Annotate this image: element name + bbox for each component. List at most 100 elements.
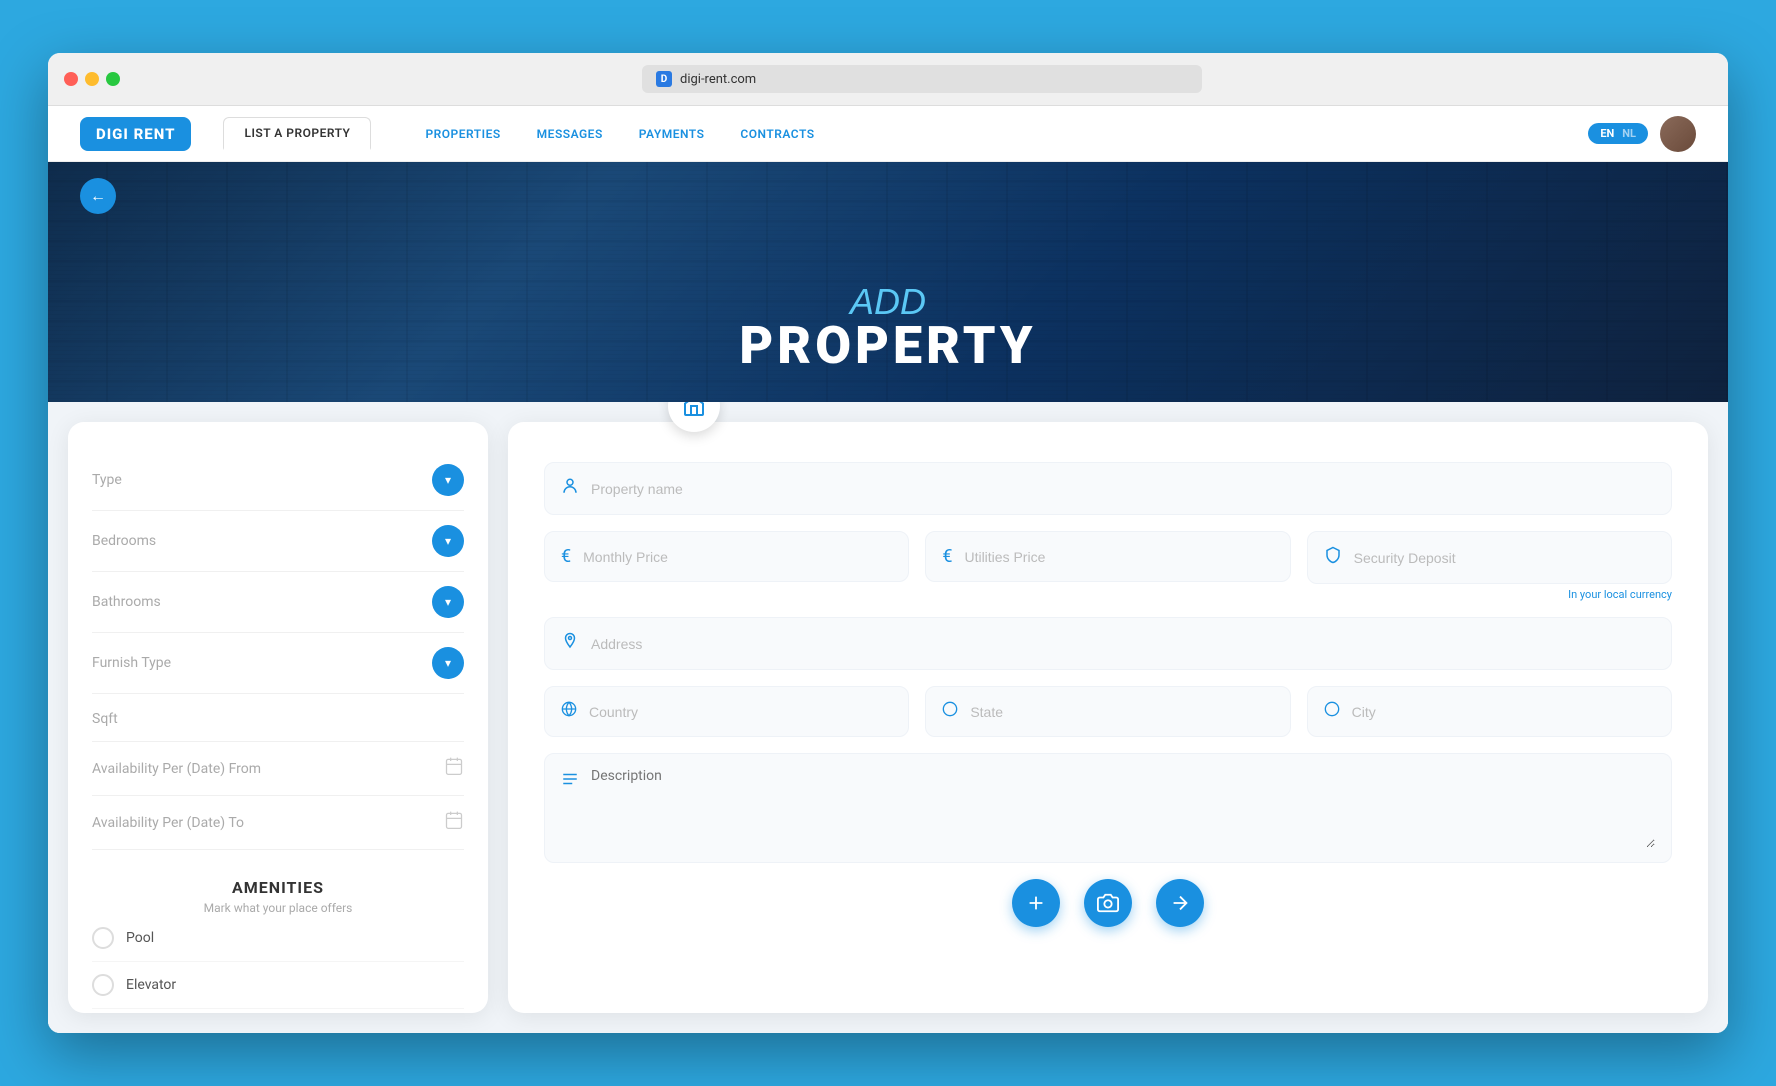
lang-en[interactable]: EN	[1600, 127, 1614, 140]
tab-list-property[interactable]: LIST A PROPERTY	[223, 117, 371, 150]
browser-chrome: D digi-rent.com	[48, 53, 1728, 106]
hero-text: ADD PROPERTY	[739, 284, 1036, 372]
euro-icon-utilities: €	[942, 546, 952, 567]
language-toggle[interactable]: EN NL	[1588, 123, 1648, 144]
address-bar[interactable]: D digi-rent.com	[642, 65, 1202, 93]
monthly-price-col: €	[544, 531, 909, 601]
chevron-down-icon-bedrooms: ▾	[445, 534, 451, 548]
security-deposit-col: In your local currency	[1307, 531, 1672, 601]
filter-sqft: Sqft	[92, 694, 464, 742]
amenities-subtitle: Mark what your place offers	[92, 901, 464, 915]
calendar-icon-to[interactable]	[444, 810, 464, 835]
browser-window: D digi-rent.com DIGI RENT LIST A PROPERT…	[48, 53, 1728, 1033]
state-input[interactable]	[970, 704, 1273, 720]
globe-icon-city	[1324, 701, 1340, 722]
field-security-deposit	[1307, 531, 1672, 584]
back-button[interactable]: ←	[80, 178, 116, 214]
nav-link-properties[interactable]: PROPERTIES	[411, 121, 514, 147]
amenity-elevator: Elevator	[92, 962, 464, 1009]
field-address	[544, 617, 1672, 670]
nav-tabs: LIST A PROPERTY	[223, 117, 371, 150]
filter-availability-from-label: Availability Per (Date) From	[92, 761, 261, 777]
lang-nl[interactable]: NL	[1622, 127, 1636, 140]
utilities-price-input[interactable]	[964, 549, 1273, 565]
nav-link-messages[interactable]: MESSAGES	[523, 121, 617, 147]
amenities-title: AMENITIES	[92, 878, 464, 897]
field-property-name	[544, 462, 1672, 515]
field-description-row	[544, 753, 1672, 863]
filter-availability-to-label: Availability Per (Date) To	[92, 815, 244, 831]
submit-button[interactable]	[1156, 879, 1204, 927]
currency-hint: In your local currency	[1307, 588, 1672, 601]
minimize-button[interactable]	[85, 72, 99, 86]
add-photo-button[interactable]	[1012, 879, 1060, 927]
filter-type-label: Type	[92, 472, 122, 488]
navbar: DIGI RENT LIST A PROPERTY PROPERTIES MES…	[48, 106, 1728, 162]
address-input[interactable]	[591, 636, 1655, 652]
calendar-icon-from[interactable]	[444, 756, 464, 781]
main-content: Type ▾ Bedrooms ▾ Bathrooms	[48, 402, 1728, 1033]
city-col	[1307, 686, 1672, 737]
user-avatar[interactable]	[1660, 116, 1696, 152]
right-panel: € €	[508, 422, 1708, 1013]
hero-property-text: PROPERTY	[739, 320, 1036, 372]
traffic-lights	[64, 72, 120, 86]
field-state	[925, 686, 1290, 737]
description-textarea[interactable]	[591, 768, 1655, 848]
country-input[interactable]	[589, 704, 892, 720]
price-row: € €	[544, 531, 1672, 601]
country-col	[544, 686, 909, 737]
chevron-down-icon-furnish: ▾	[445, 656, 451, 670]
nav-link-contracts[interactable]: CONTRACTS	[726, 121, 828, 147]
security-deposit-input[interactable]	[1354, 550, 1655, 566]
camera-button[interactable]	[1084, 879, 1132, 927]
back-arrow-icon: ←	[90, 186, 106, 206]
person-icon	[561, 477, 579, 500]
amenities-section: AMENITIES Mark what your place offers Po…	[92, 878, 464, 1009]
filter-furnish-type-dropdown[interactable]: ▾	[432, 647, 464, 679]
favicon: D	[656, 71, 672, 87]
amenity-pool: Pool	[92, 915, 464, 962]
field-monthly-price: €	[544, 531, 909, 582]
utilities-price-col: €	[925, 531, 1290, 601]
field-city	[1307, 686, 1672, 737]
filter-furnish-type-label: Furnish Type	[92, 655, 171, 671]
chevron-down-icon: ▾	[445, 473, 451, 487]
amenity-elevator-label: Elevator	[126, 977, 176, 993]
filter-bathrooms-dropdown[interactable]: ▾	[432, 586, 464, 618]
filter-furnish-type: Furnish Type ▾	[92, 633, 464, 694]
page: DIGI RENT LIST A PROPERTY PROPERTIES MES…	[48, 106, 1728, 1033]
url-text: digi-rent.com	[680, 72, 756, 87]
monthly-price-input[interactable]	[583, 549, 892, 565]
browser-content: DIGI RENT LIST A PROPERTY PROPERTIES MES…	[48, 106, 1728, 1033]
amenity-pool-label: Pool	[126, 930, 154, 946]
chevron-down-icon-bathrooms: ▾	[445, 595, 451, 609]
left-panel: Type ▾ Bedrooms ▾ Bathrooms	[68, 422, 488, 1013]
close-button[interactable]	[64, 72, 78, 86]
amenity-elevator-checkbox[interactable]	[92, 974, 114, 996]
action-buttons-row	[544, 879, 1672, 927]
property-name-input[interactable]	[591, 481, 1655, 497]
field-utilities-price: €	[925, 531, 1290, 582]
nav-right: EN NL	[1588, 116, 1696, 152]
hero-section: ← ADD PROPERTY	[48, 162, 1728, 402]
city-input[interactable]	[1352, 704, 1655, 720]
filter-type: Type ▾	[92, 450, 464, 511]
filter-bathrooms: Bathrooms ▾	[92, 572, 464, 633]
logo[interactable]: DIGI RENT	[80, 117, 191, 151]
amenity-pool-checkbox[interactable]	[92, 927, 114, 949]
globe-icon-country	[561, 701, 577, 722]
lines-icon	[561, 768, 579, 793]
filter-type-dropdown[interactable]: ▾	[432, 464, 464, 496]
field-property-name-row	[544, 462, 1672, 515]
filter-bedrooms-label: Bedrooms	[92, 533, 156, 549]
euro-icon-monthly: €	[561, 546, 571, 567]
nav-links: PROPERTIES MESSAGES PAYMENTS CONTRACTS	[411, 121, 828, 147]
state-col	[925, 686, 1290, 737]
nav-link-payments[interactable]: PAYMENTS	[625, 121, 719, 147]
filter-bedrooms-dropdown[interactable]: ▾	[432, 525, 464, 557]
filter-availability-from: Availability Per (Date) From	[92, 742, 464, 796]
field-address-row	[544, 617, 1672, 670]
field-country	[544, 686, 909, 737]
maximize-button[interactable]	[106, 72, 120, 86]
